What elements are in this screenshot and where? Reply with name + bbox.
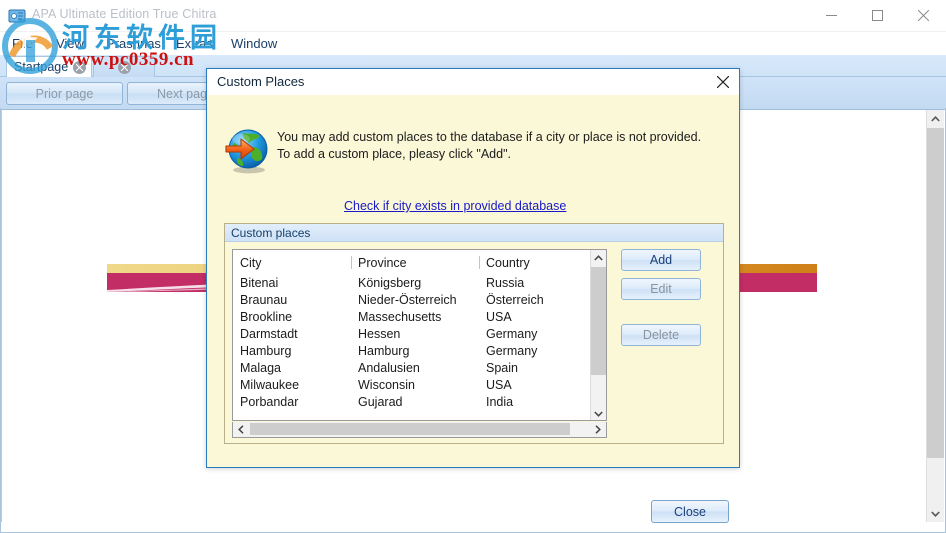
- cell-province: Gujarad: [358, 394, 403, 409]
- hscrollbar-thumb[interactable]: [250, 423, 570, 435]
- custom-places-dialog: Custom Places You may add custom places …: [206, 68, 740, 523]
- close-dialog-button[interactable]: Close: [651, 500, 729, 523]
- cell-province: Hamburg: [358, 343, 410, 358]
- scrollbar-thumb[interactable]: [927, 128, 944, 458]
- list-scroll-left-icon[interactable]: [233, 422, 249, 436]
- table-row[interactable]: Brookline Massechusetts USA: [233, 308, 591, 325]
- list-horizontal-scrollbar[interactable]: [232, 422, 607, 438]
- cell-country: Russia: [486, 275, 525, 290]
- list-header-row: City Province Country: [233, 254, 591, 271]
- delete-button[interactable]: Delete: [621, 324, 701, 346]
- globe-arrow-icon: [224, 127, 272, 175]
- cell-province: Massechusetts: [358, 309, 442, 324]
- dialog-body: You may add custom places to the databas…: [207, 95, 739, 523]
- cell-city: Porbandar: [240, 394, 299, 409]
- list-vertical-scrollbar[interactable]: [590, 250, 606, 420]
- cell-country: Österreich: [486, 292, 544, 307]
- groupbox-caption: Custom places: [225, 224, 723, 242]
- cell-country: USA: [486, 309, 512, 324]
- minimize-button[interactable]: [808, 0, 854, 31]
- cell-city: Malaga: [240, 360, 281, 375]
- cell-city: Darmstadt: [240, 326, 298, 341]
- custom-places-groupbox: Custom places City Province Country Bite…: [224, 223, 724, 444]
- close-button[interactable]: [900, 0, 946, 31]
- prior-page-button[interactable]: Prior page: [6, 82, 123, 105]
- dialog-close-icon[interactable]: [711, 72, 735, 92]
- cell-province: Königsberg: [358, 275, 422, 290]
- application-window: APA Ultimate Edition True Chitra File Vi…: [0, 0, 946, 533]
- table-row[interactable]: Porbandar Gujarad India: [233, 393, 591, 410]
- cell-city: Brookline: [240, 309, 293, 324]
- list-scroll-down-icon[interactable]: [591, 406, 606, 420]
- list-rows-container: City Province Country Bitenai Königsberg…: [233, 250, 591, 420]
- column-header-city[interactable]: City: [240, 256, 350, 270]
- column-divider: [479, 256, 480, 269]
- dialog-title-bar: Custom Places: [207, 69, 739, 95]
- list-scroll-up-icon[interactable]: [591, 250, 606, 266]
- column-header-country[interactable]: Country: [486, 256, 586, 270]
- table-row[interactable]: Bitenai Königsberg Russia: [233, 274, 591, 291]
- edit-button[interactable]: Edit: [621, 278, 701, 300]
- cell-country: Germany: [486, 343, 538, 358]
- cell-province: Wisconsin: [358, 377, 415, 392]
- list-scrollbar-thumb[interactable]: [591, 267, 606, 375]
- cell-country: USA: [486, 377, 512, 392]
- list-scroll-right-icon[interactable]: [590, 422, 606, 436]
- watermark-text-url: www.pc0359.cn: [62, 49, 195, 70]
- cell-province: Andalusien: [358, 360, 420, 375]
- column-header-province[interactable]: Province: [358, 256, 483, 270]
- table-row[interactable]: Malaga Andalusien Spain: [233, 359, 591, 376]
- cell-city: Braunau: [240, 292, 288, 307]
- table-row[interactable]: Braunau Nieder-Österreich Österreich: [233, 291, 591, 308]
- menu-item-window[interactable]: Window: [227, 35, 281, 52]
- check-city-database-link[interactable]: Check if city exists in provided databas…: [344, 199, 566, 213]
- cell-province: Nieder-Österreich: [358, 292, 457, 307]
- scroll-down-icon[interactable]: [927, 505, 944, 522]
- cell-country: Spain: [486, 360, 518, 375]
- page-vertical-scrollbar[interactable]: [926, 110, 944, 522]
- cell-city: Hamburg: [240, 343, 292, 358]
- watermark-logo-icon: [2, 18, 58, 74]
- cell-province: Hessen: [358, 326, 401, 341]
- scroll-up-icon[interactable]: [927, 110, 944, 127]
- dialog-title: Custom Places: [217, 74, 305, 89]
- custom-places-list[interactable]: City Province Country Bitenai Königsberg…: [232, 249, 607, 421]
- column-divider: [351, 256, 352, 269]
- table-row[interactable]: Hamburg Hamburg Germany: [233, 342, 591, 359]
- maximize-button[interactable]: [854, 0, 900, 31]
- cell-city: Bitenai: [240, 275, 279, 290]
- table-row[interactable]: Darmstadt Hessen Germany: [233, 325, 591, 342]
- cell-country: India: [486, 394, 514, 409]
- cell-city: Milwaukee: [240, 377, 300, 392]
- add-button[interactable]: Add: [621, 249, 701, 271]
- table-row[interactable]: Milwaukee Wisconsin USA: [233, 376, 591, 393]
- dialog-description: You may add custom places to the databas…: [277, 130, 702, 161]
- cell-country: Germany: [486, 326, 538, 341]
